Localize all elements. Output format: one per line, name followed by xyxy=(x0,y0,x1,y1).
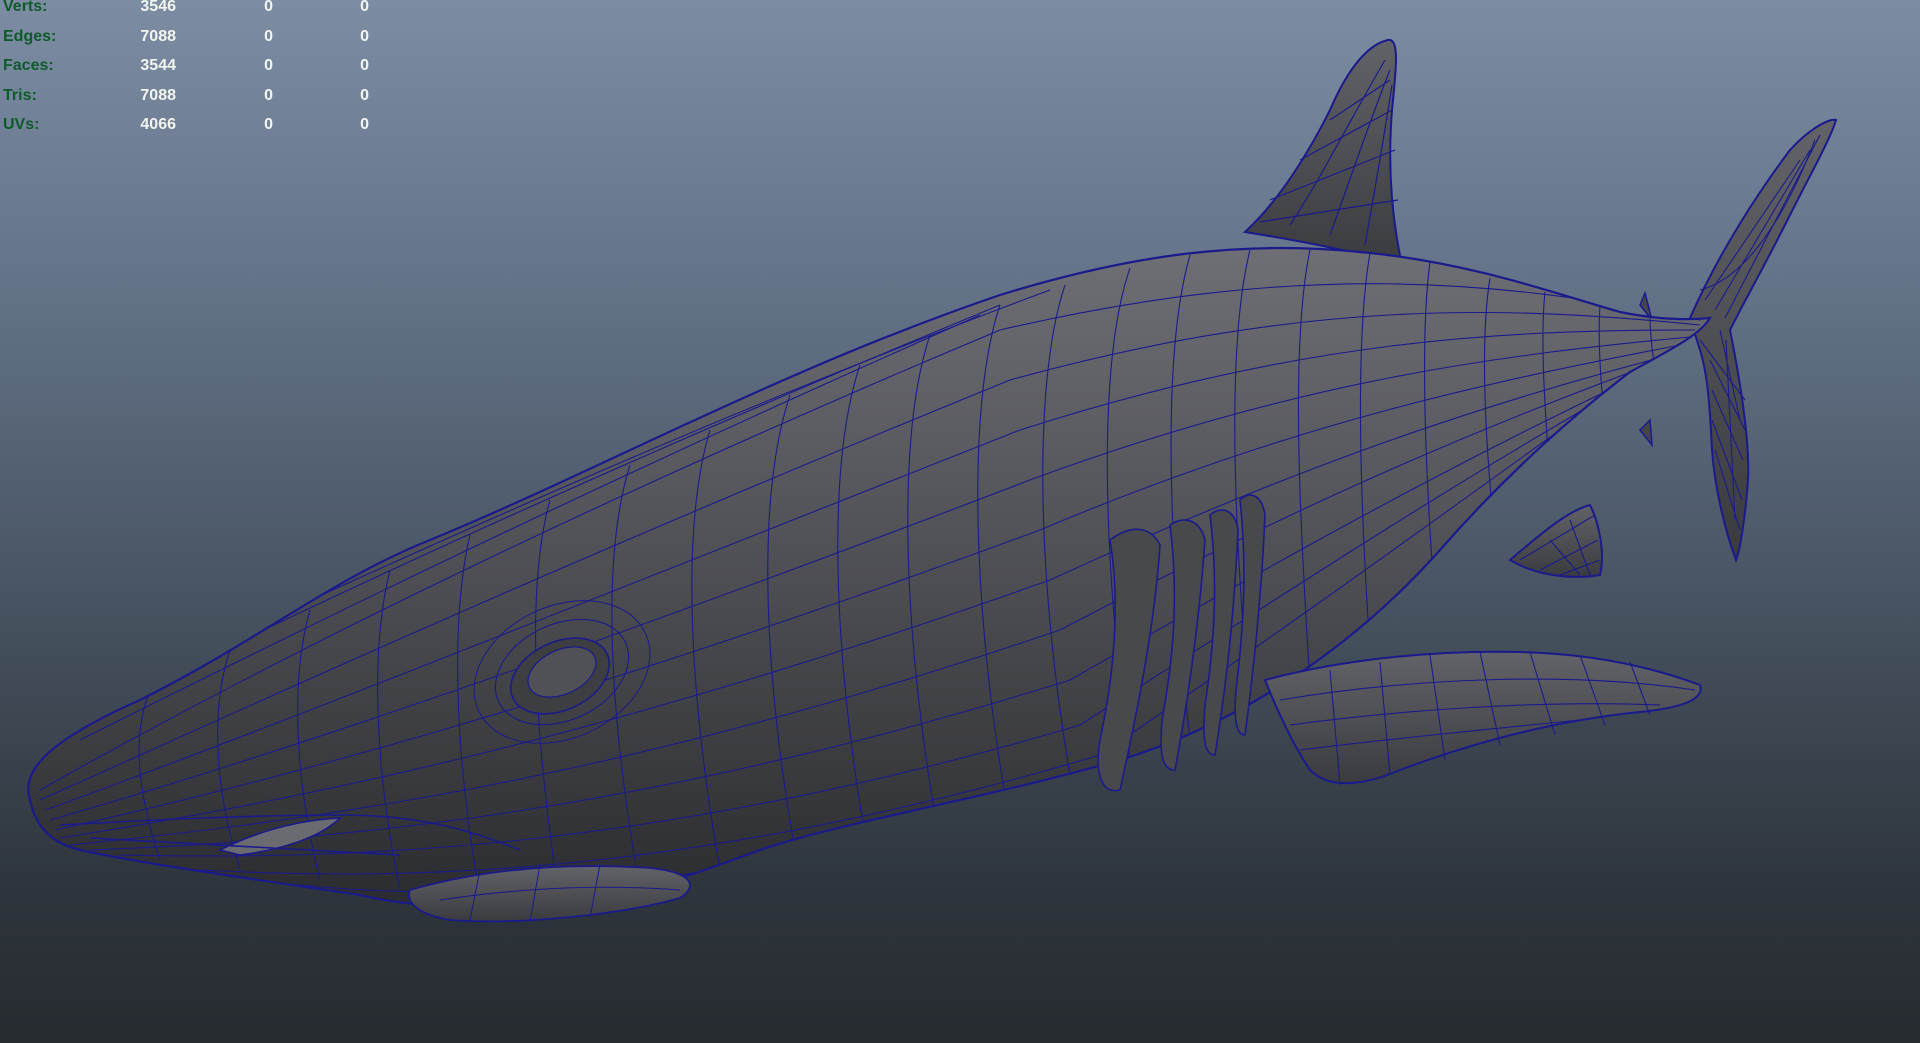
hud-label-faces: Faces: xyxy=(3,57,54,74)
hud-label-uvs: UVs: xyxy=(3,116,40,133)
hud-uv-uvs: 0 xyxy=(360,116,369,133)
hud-uv-verts: 0 xyxy=(360,0,369,15)
hud-value-verts: 3546 xyxy=(140,0,176,15)
3d-viewport[interactable]: Verts: 3546 0 0 Edges: 7088 0 0 Faces: 3… xyxy=(0,0,1920,1043)
hud-value-faces: 3544 xyxy=(140,57,176,74)
shark-body xyxy=(27,246,1713,912)
hud-selected-edges: 0 xyxy=(264,27,273,45)
hud-value-uvs: 4066 xyxy=(140,116,176,133)
pectoral-fin xyxy=(1263,650,1702,786)
hud-label-verts: Verts: xyxy=(3,0,48,15)
hud-uv-tris: 0 xyxy=(360,86,369,104)
hud-value-tris: 7088 xyxy=(140,86,176,104)
pelvic-fin xyxy=(1508,503,1603,578)
hud-label-tris: Tris: xyxy=(3,86,37,104)
hud-selected-uvs: 0 xyxy=(264,116,273,133)
hud-label-edges: Edges: xyxy=(3,27,57,45)
hud-selected-verts: 0 xyxy=(264,0,273,15)
hud-uv-edges: 0 xyxy=(360,27,369,45)
hud-selected-faces: 0 xyxy=(264,57,273,74)
hud-value-edges: 7088 xyxy=(140,27,176,45)
hud-selected-tris: 0 xyxy=(264,86,273,104)
hud-uv-faces: 0 xyxy=(360,57,369,74)
shark-model-wireframe[interactable] xyxy=(0,0,1920,1043)
dorsal-fin xyxy=(1242,39,1404,267)
